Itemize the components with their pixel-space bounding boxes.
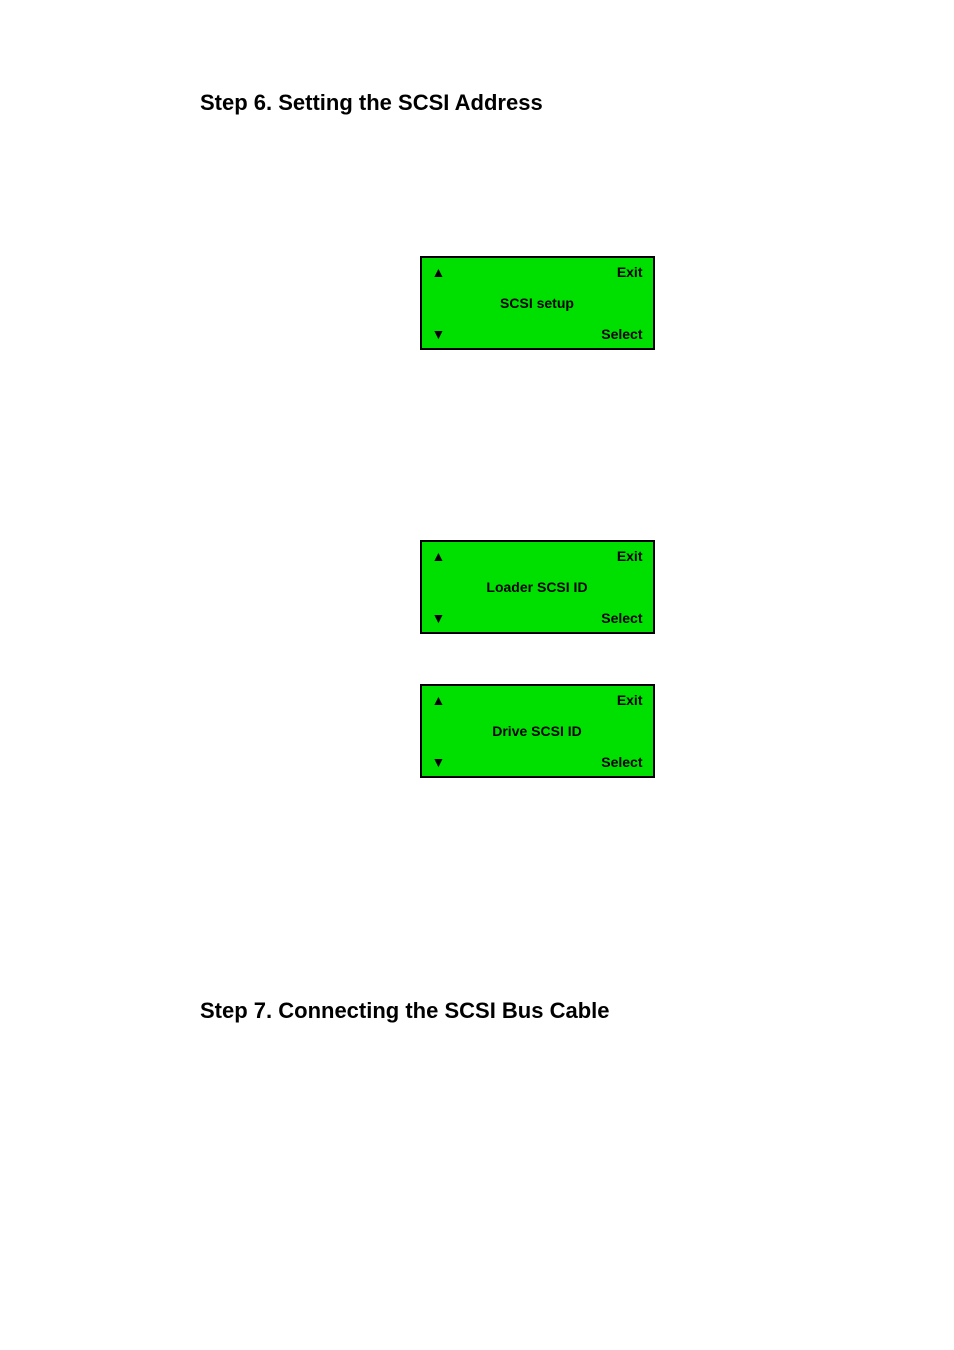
- lcd-title: SCSI setup: [500, 295, 574, 311]
- spacer: [200, 634, 874, 684]
- select-button[interactable]: Select: [601, 610, 642, 626]
- lcd-row-mid: SCSI setup: [430, 288, 645, 318]
- lcd-row-top: ▲ Exit: [430, 544, 645, 568]
- lcd-loader-scsi-id: ▲ Exit Loader SCSI ID ▼ Select: [420, 540, 655, 634]
- lcd-drive-scsi-id: ▲ Exit Drive SCSI ID ▼ Select: [420, 684, 655, 778]
- exit-button[interactable]: Exit: [617, 264, 643, 280]
- exit-button[interactable]: Exit: [617, 692, 643, 708]
- lcd-row-top: ▲ Exit: [430, 688, 645, 712]
- down-arrow-icon[interactable]: ▼: [432, 754, 446, 770]
- page: Step 6. Setting the SCSI Address ▲ Exit …: [0, 0, 954, 1350]
- select-button[interactable]: Select: [601, 754, 642, 770]
- up-arrow-icon[interactable]: ▲: [432, 548, 446, 564]
- lcd-wrap-1: ▲ Exit SCSI setup ▼ Select: [200, 256, 874, 350]
- up-arrow-icon[interactable]: ▲: [432, 264, 446, 280]
- down-arrow-icon[interactable]: ▼: [432, 326, 446, 342]
- select-button[interactable]: Select: [601, 326, 642, 342]
- lcd-row-bottom: ▼ Select: [430, 606, 645, 630]
- lcd-scsi-setup: ▲ Exit SCSI setup ▼ Select: [420, 256, 655, 350]
- heading-step6: Step 6. Setting the SCSI Address: [200, 90, 874, 116]
- lcd-row-top: ▲ Exit: [430, 260, 645, 284]
- heading-step7: Step 7. Connecting the SCSI Bus Cable: [200, 998, 874, 1024]
- lcd-wrap-3: ▲ Exit Drive SCSI ID ▼ Select: [200, 684, 874, 778]
- lcd-title: Loader SCSI ID: [486, 579, 587, 595]
- lcd-row-mid: Drive SCSI ID: [430, 716, 645, 746]
- up-arrow-icon[interactable]: ▲: [432, 692, 446, 708]
- down-arrow-icon[interactable]: ▼: [432, 610, 446, 626]
- lcd-wrap-2: ▲ Exit Loader SCSI ID ▼ Select: [200, 540, 874, 634]
- lcd-row-bottom: ▼ Select: [430, 750, 645, 774]
- lcd-row-mid: Loader SCSI ID: [430, 572, 645, 602]
- spacer: [200, 350, 874, 540]
- exit-button[interactable]: Exit: [617, 548, 643, 564]
- lcd-row-bottom: ▼ Select: [430, 322, 645, 346]
- lcd-title: Drive SCSI ID: [492, 723, 581, 739]
